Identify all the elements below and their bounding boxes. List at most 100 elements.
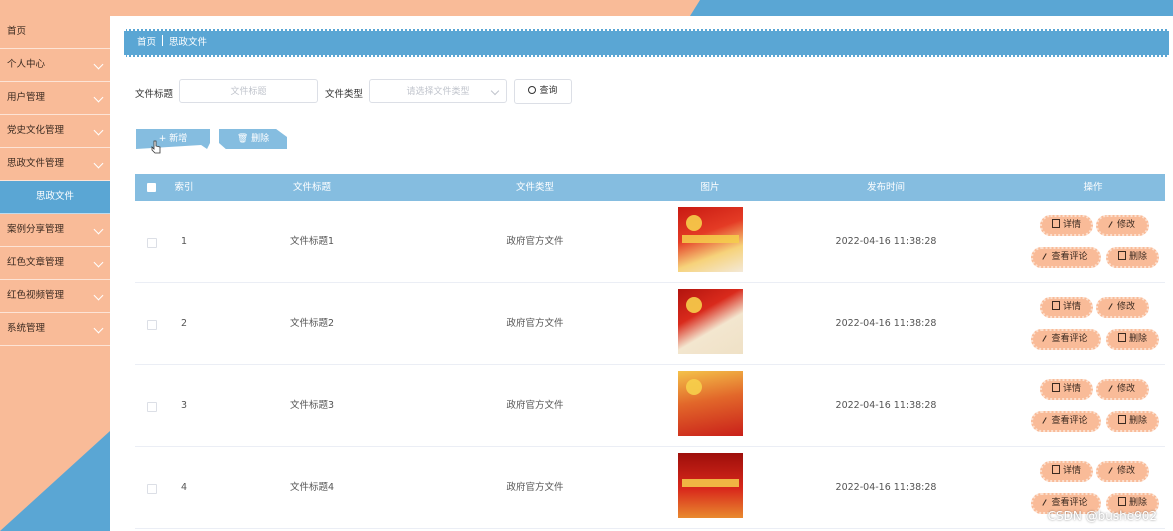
- sidebar-item-system[interactable]: 系统管理: [0, 313, 110, 346]
- trash-icon: [1117, 251, 1126, 260]
- document-icon: [1051, 465, 1060, 474]
- row-checkbox[interactable]: [147, 484, 157, 494]
- edit-label: 修改: [1116, 302, 1135, 312]
- top-banner-accent: [690, 0, 1173, 16]
- sidebar-item-profile[interactable]: 个人中心: [0, 49, 110, 82]
- view-comments-label: 查看评论: [1051, 416, 1088, 426]
- breadcrumb-current: 思政文件: [169, 37, 208, 48]
- delete-button[interactable]: 删除: [1106, 411, 1159, 432]
- search-icon: [528, 86, 537, 94]
- sidebar-item-label: 党史文化管理: [7, 125, 65, 136]
- chevron-down-icon: [93, 224, 104, 235]
- sidebar-corner-decoration: [0, 431, 110, 531]
- row-time: 2022-04-16 11:38:28: [835, 236, 937, 247]
- chevron-down-icon: [490, 86, 500, 96]
- edit-label: 修改: [1116, 220, 1135, 230]
- row-checkbox[interactable]: [147, 402, 157, 412]
- row-time: 2022-04-16 11:38:28: [835, 400, 937, 411]
- row-image[interactable]: [678, 289, 743, 354]
- detail-button[interactable]: 详情: [1040, 379, 1093, 400]
- header-image: 图片: [700, 182, 720, 193]
- row-type: 政府官方文件: [506, 400, 564, 411]
- sidebar-item-red-videos[interactable]: 红色视频管理: [0, 280, 110, 313]
- sidebar-subitem-political-file[interactable]: 思政文件: [0, 181, 110, 214]
- title-input[interactable]: 文件标题: [179, 79, 318, 103]
- row-image[interactable]: [678, 453, 743, 518]
- trash-icon: [1117, 497, 1126, 506]
- breadcrumb-home[interactable]: 首页: [137, 37, 156, 48]
- type-select[interactable]: 请选择文件类型: [369, 79, 507, 103]
- detail-button[interactable]: 详情: [1040, 297, 1093, 318]
- row-image[interactable]: [678, 371, 743, 436]
- document-icon: [1051, 383, 1060, 392]
- detail-button[interactable]: 详情: [1040, 461, 1093, 482]
- header-type: 文件类型: [515, 182, 555, 193]
- row-index: 1: [180, 236, 188, 247]
- detail-button[interactable]: 详情: [1040, 215, 1093, 236]
- sidebar-item-label: 红色视频管理: [7, 290, 65, 301]
- detail-label: 详情: [1062, 220, 1081, 230]
- view-comments-button[interactable]: 查看评论: [1031, 411, 1101, 432]
- header-ops: 操作: [1083, 182, 1103, 193]
- party-emblem-icon: [686, 215, 702, 231]
- sidebar-item-label: 个人中心: [7, 59, 46, 70]
- sidebar-item-home[interactable]: 首页: [0, 16, 110, 49]
- breadcrumb: 首页 思政文件: [124, 29, 1169, 57]
- edit-label: 修改: [1116, 466, 1135, 476]
- row-checkbox[interactable]: [147, 238, 157, 248]
- sidebar-item-party-history[interactable]: 党史文化管理: [0, 115, 110, 148]
- party-emblem-icon: [686, 379, 702, 395]
- header-index: 索引: [174, 182, 194, 193]
- chevron-down-icon: [93, 257, 104, 268]
- row-checkbox[interactable]: [147, 320, 157, 330]
- sidebar-item-red-articles[interactable]: 红色文章管理: [0, 247, 110, 280]
- pencil-icon: [1108, 303, 1113, 310]
- batch-delete-button[interactable]: 🗑 删除: [219, 129, 287, 149]
- delete-label: 删除: [1128, 498, 1147, 508]
- row-index: 3: [180, 400, 188, 411]
- view-comments-button[interactable]: 查看评论: [1031, 329, 1101, 350]
- sidebar-item-users[interactable]: 用户管理: [0, 82, 110, 115]
- view-comments-button[interactable]: 查看评论: [1031, 247, 1101, 268]
- pencil-icon: [1042, 499, 1048, 506]
- query-button[interactable]: 查询: [514, 79, 572, 104]
- view-comments-label: 查看评论: [1051, 334, 1088, 344]
- hand-cursor-icon: [151, 140, 161, 154]
- chevron-down-icon: [93, 59, 104, 70]
- add-button[interactable]: + 新增: [136, 129, 210, 149]
- table-row: 3 文件标题3 政府官方文件 2022-04-16 11:38:28 详情 修改…: [135, 365, 1165, 447]
- pencil-icon: [1108, 221, 1113, 228]
- chevron-down-icon: [93, 92, 104, 103]
- chevron-down-icon: [93, 323, 104, 334]
- row-type: 政府官方文件: [506, 482, 564, 493]
- sidebar-item-case-sharing[interactable]: 案例分享管理: [0, 214, 110, 247]
- type-select-placeholder: 请选择文件类型: [406, 87, 470, 97]
- sidebar-item-label: 案例分享管理: [7, 224, 65, 235]
- table-header: 索引 文件标题 文件类型 图片 发布时间 操作: [135, 174, 1165, 201]
- type-label: 文件类型: [325, 89, 364, 100]
- delete-button[interactable]: 删除: [1106, 247, 1159, 268]
- edit-button[interactable]: 修改: [1096, 297, 1149, 318]
- select-all-checkbox[interactable]: [147, 183, 156, 192]
- image-banner: [682, 479, 739, 487]
- row-title: 文件标题4: [289, 482, 335, 493]
- delete-button[interactable]: 删除: [1106, 329, 1159, 350]
- row-title: 文件标题2: [289, 318, 335, 329]
- edit-label: 修改: [1116, 384, 1135, 394]
- header-time: 发布时间: [866, 182, 906, 193]
- row-image[interactable]: [678, 207, 743, 272]
- document-icon: [1051, 301, 1060, 310]
- row-title: 文件标题1: [289, 236, 335, 247]
- delete-label: 删除: [1128, 334, 1147, 344]
- sidebar-item-political-files[interactable]: 思政文件管理: [0, 148, 110, 181]
- sidebar-item-label: 思政文件管理: [7, 158, 65, 169]
- batch-delete-label: 删除: [251, 134, 270, 144]
- detail-label: 详情: [1062, 302, 1081, 312]
- edit-button[interactable]: 修改: [1096, 215, 1149, 236]
- sidebar-item-label: 红色文章管理: [7, 257, 65, 268]
- edit-button[interactable]: 修改: [1096, 379, 1149, 400]
- detail-label: 详情: [1062, 384, 1081, 394]
- edit-button[interactable]: 修改: [1096, 461, 1149, 482]
- add-button-label: 新增: [169, 134, 188, 144]
- query-button-label: 查询: [539, 86, 558, 96]
